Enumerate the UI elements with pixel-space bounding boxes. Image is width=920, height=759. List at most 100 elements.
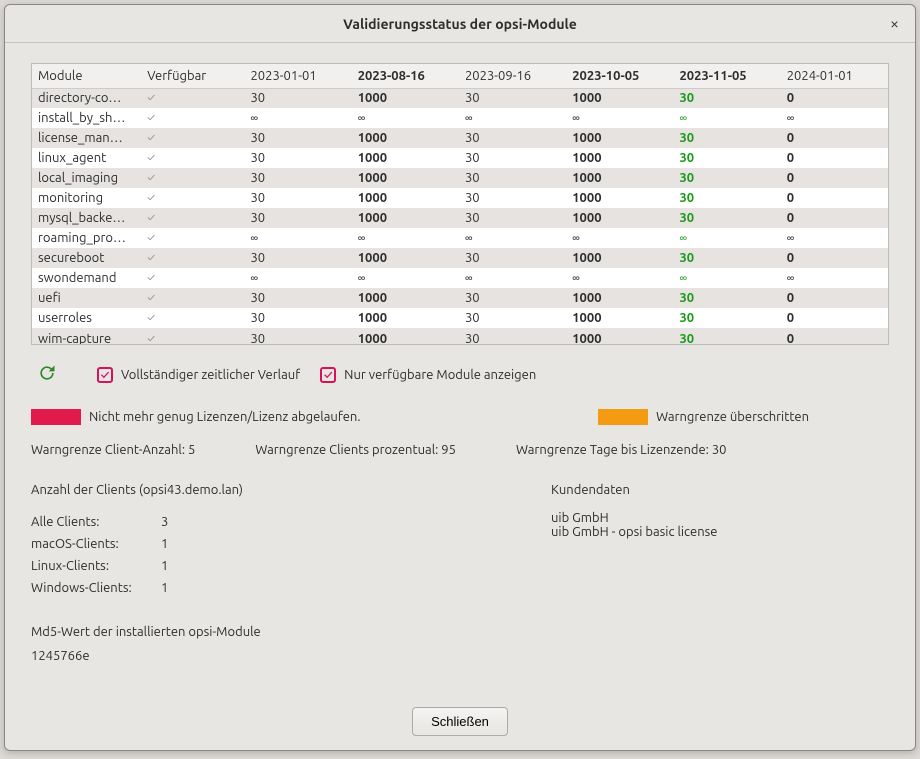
cell-module: install_by_sh… bbox=[32, 108, 141, 128]
col-d1[interactable]: 2023-01-01 bbox=[244, 64, 351, 88]
table-row[interactable]: directory-co…✓301000301000300 bbox=[32, 88, 888, 108]
cell-d1: 30 bbox=[244, 148, 351, 168]
content-area: Module Verfügbar 2023-01-01 2023-08-16 2… bbox=[5, 43, 915, 699]
table-row[interactable]: linux_agent✓301000301000300 bbox=[32, 148, 888, 168]
cell-d3: ∞ bbox=[459, 268, 566, 288]
client-value: 1 bbox=[161, 577, 471, 599]
cell-available: ✓ bbox=[141, 168, 244, 188]
cell-d1: ∞ bbox=[244, 268, 351, 288]
cell-d1: 30 bbox=[244, 188, 351, 208]
cell-d1: 30 bbox=[244, 308, 351, 328]
cell-d2: 1000 bbox=[352, 88, 459, 108]
cell-available: ✓ bbox=[141, 188, 244, 208]
cell-d6: 0 bbox=[781, 328, 888, 345]
checkbox-full-history[interactable]: ✓ Vollständiger zeitlicher Verlauf bbox=[97, 367, 300, 383]
cell-available: ✓ bbox=[141, 248, 244, 268]
col-module[interactable]: Module bbox=[32, 64, 141, 88]
cell-d6: ∞ bbox=[781, 228, 888, 248]
cell-d5: 30 bbox=[673, 208, 780, 228]
cell-available: ✓ bbox=[141, 308, 244, 328]
clients-section: Anzahl der Clients (opsi43.demo.lan) All… bbox=[31, 483, 471, 663]
cell-d5: ∞ bbox=[673, 108, 780, 128]
cell-d3: 30 bbox=[459, 308, 566, 328]
client-label: Linux-Clients: bbox=[31, 555, 161, 577]
cell-d1: ∞ bbox=[244, 228, 351, 248]
cell-d3: 30 bbox=[459, 188, 566, 208]
cell-d3: 30 bbox=[459, 248, 566, 268]
col-d3[interactable]: 2023-09-16 bbox=[459, 64, 566, 88]
checkbox-label: Vollständiger zeitlicher Verlauf bbox=[121, 368, 300, 382]
cell-d3: ∞ bbox=[459, 228, 566, 248]
col-available[interactable]: Verfügbar bbox=[141, 64, 244, 88]
legend-label: Warngrenze überschritten bbox=[656, 410, 809, 424]
cell-d2: ∞ bbox=[352, 108, 459, 128]
cell-d4: 1000 bbox=[566, 148, 673, 168]
table-row[interactable]: swondemand✓∞∞∞∞∞∞ bbox=[32, 268, 888, 288]
checkbox-label: Nur verfügbare Module anzeigen bbox=[344, 368, 536, 382]
cell-d4: 1000 bbox=[566, 128, 673, 148]
client-row-all: Alle Clients: 3 bbox=[31, 511, 471, 533]
cell-module: secureboot bbox=[32, 248, 141, 268]
col-d5[interactable]: 2023-11-05 bbox=[673, 64, 780, 88]
cell-available: ✓ bbox=[141, 108, 244, 128]
dialog-window: Validierungsstatus der opsi-Module × Mod… bbox=[4, 4, 916, 751]
cell-available: ✓ bbox=[141, 208, 244, 228]
cell-d1: ∞ bbox=[244, 108, 351, 128]
table-row[interactable]: mysql_backe…✓301000301000300 bbox=[32, 208, 888, 228]
checkbox-only-available[interactable]: ✓ Nur verfügbare Module anzeigen bbox=[320, 367, 536, 383]
refresh-icon[interactable] bbox=[37, 363, 57, 387]
client-value: 1 bbox=[161, 533, 471, 555]
cell-available: ✓ bbox=[141, 128, 244, 148]
table-row[interactable]: wim-capture✓301000301000300 bbox=[32, 328, 888, 345]
cell-module: local_imaging bbox=[32, 168, 141, 188]
cell-d4: 1000 bbox=[566, 168, 673, 188]
table-row[interactable]: install_by_sh…✓∞∞∞∞∞∞ bbox=[32, 108, 888, 128]
md5-value: 1245766e bbox=[31, 649, 471, 663]
modules-table-wrap[interactable]: Module Verfügbar 2023-01-01 2023-08-16 2… bbox=[31, 63, 889, 345]
col-d4[interactable]: 2023-10-05 bbox=[566, 64, 673, 88]
cell-d6: 0 bbox=[781, 288, 888, 308]
md5-section: Md5-Wert der installierten opsi-Module 1… bbox=[31, 625, 471, 663]
cell-d4: 1000 bbox=[566, 288, 673, 308]
warn-client-percent: Warngrenze Clients prozentual: 95 bbox=[255, 443, 456, 457]
cell-d1: 30 bbox=[244, 288, 351, 308]
legend-label: Nicht mehr genug Lizenzen/Lizenz abgelau… bbox=[89, 410, 361, 424]
cell-d4: 1000 bbox=[566, 208, 673, 228]
md5-label: Md5-Wert der installierten opsi-Module bbox=[31, 625, 471, 639]
cell-module: directory-co… bbox=[32, 88, 141, 108]
customer-section: Kundendaten uib GmbH uib GmbH - opsi bas… bbox=[551, 483, 717, 663]
cell-d3: 30 bbox=[459, 88, 566, 108]
cell-d5: 30 bbox=[673, 328, 780, 345]
cell-available: ✓ bbox=[141, 288, 244, 308]
close-icon[interactable]: × bbox=[884, 13, 905, 35]
info-columns: Anzahl der Clients (opsi43.demo.lan) All… bbox=[31, 483, 889, 663]
col-d6[interactable]: 2024-01-01 bbox=[781, 64, 888, 88]
table-row[interactable]: secureboot✓301000301000300 bbox=[32, 248, 888, 268]
cell-d2: 1000 bbox=[352, 328, 459, 345]
client-label: macOS-Clients: bbox=[31, 533, 161, 555]
table-row[interactable]: monitoring✓301000301000300 bbox=[32, 188, 888, 208]
check-icon: ✓ bbox=[320, 367, 336, 383]
cell-d5: ∞ bbox=[673, 228, 780, 248]
table-row[interactable]: userroles✓301000301000300 bbox=[32, 308, 888, 328]
client-row-mac: macOS-Clients: 1 bbox=[31, 533, 471, 555]
table-row[interactable]: license_man…✓301000301000300 bbox=[32, 128, 888, 148]
cell-d1: 30 bbox=[244, 128, 351, 148]
cell-d5: 30 bbox=[673, 288, 780, 308]
cell-d3: 30 bbox=[459, 128, 566, 148]
cell-module: roaming_pro… bbox=[32, 228, 141, 248]
cell-d4: ∞ bbox=[566, 268, 673, 288]
cell-d6: 0 bbox=[781, 88, 888, 108]
cell-d6: 0 bbox=[781, 128, 888, 148]
client-label: Windows-Clients: bbox=[31, 577, 161, 599]
cell-module: wim-capture bbox=[32, 328, 141, 345]
client-row-linux: Linux-Clients: 1 bbox=[31, 555, 471, 577]
cell-d1: 30 bbox=[244, 168, 351, 188]
cell-d2: 1000 bbox=[352, 148, 459, 168]
cell-d2: 1000 bbox=[352, 208, 459, 228]
table-row[interactable]: roaming_pro…✓∞∞∞∞∞∞ bbox=[32, 228, 888, 248]
col-d2[interactable]: 2023-08-16 bbox=[352, 64, 459, 88]
table-row[interactable]: uefi✓301000301000300 bbox=[32, 288, 888, 308]
table-row[interactable]: local_imaging✓301000301000300 bbox=[32, 168, 888, 188]
close-button[interactable]: Schließen bbox=[412, 707, 508, 736]
